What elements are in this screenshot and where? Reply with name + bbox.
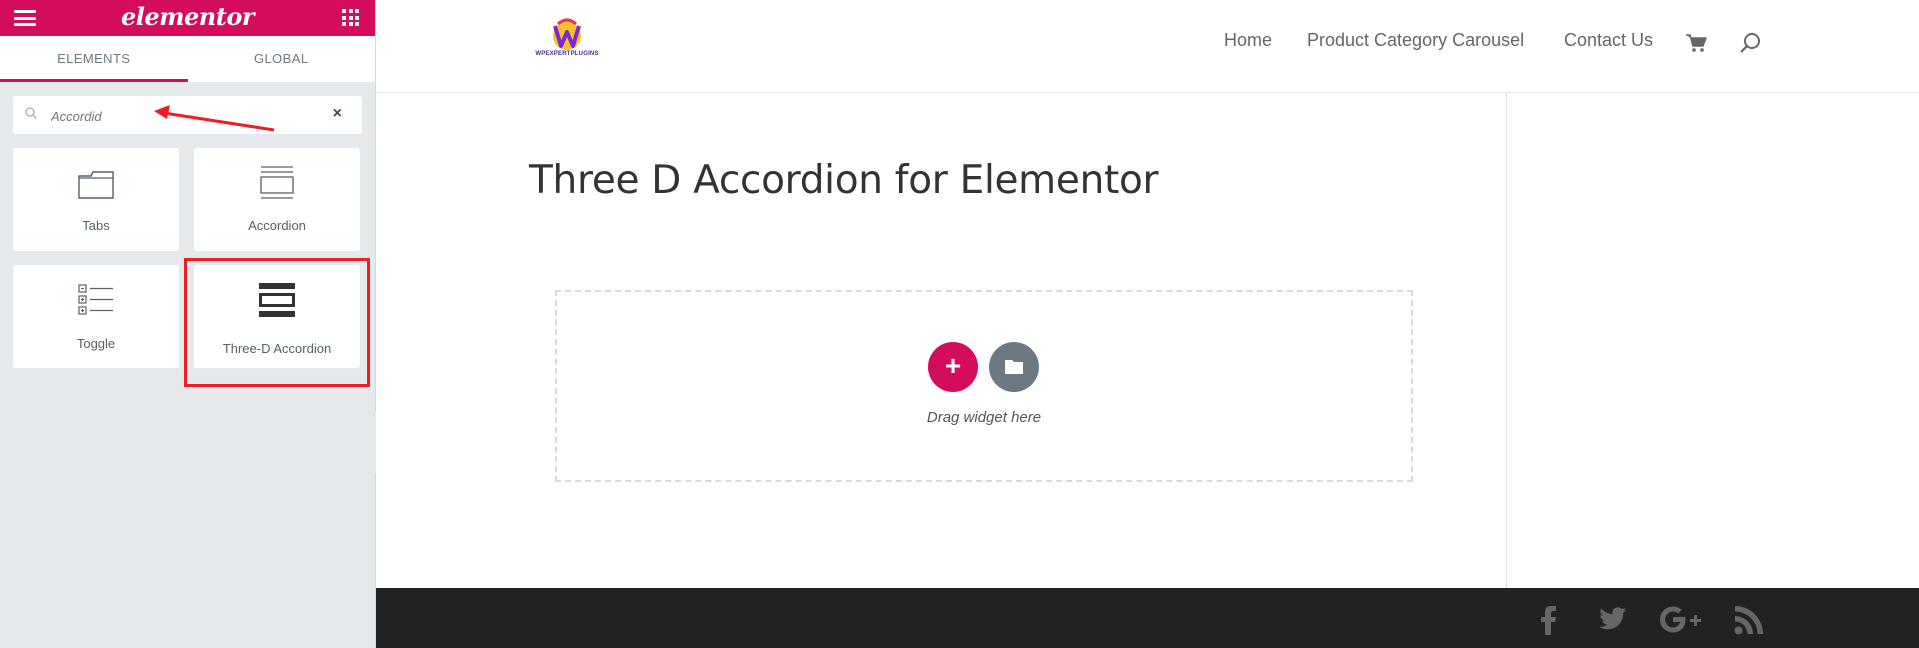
sidebar-divider (1506, 93, 1507, 588)
site-header: WPEXPERTPLUGINS Home Product Category Ca… (376, 0, 1919, 93)
widget-tabs[interactable]: Tabs (13, 148, 179, 251)
elementor-logo: elementor (120, 2, 255, 31)
accordion-icon (260, 166, 294, 199)
logo-text: WPEXPERTPLUGINS (535, 51, 599, 57)
widget-label: Toggle (76, 336, 116, 351)
annotation-arrow (154, 105, 275, 132)
folder-icon (1005, 360, 1023, 374)
widget-label: Tabs (82, 218, 110, 233)
facebook-icon[interactable] (1541, 605, 1557, 635)
widgets-grid-icon[interactable] (342, 9, 359, 26)
cart-icon[interactable] (1685, 33, 1707, 53)
site-preview: WPEXPERTPLUGINS Home Product Category Ca… (376, 0, 1919, 648)
widget-accordion[interactable]: Accordion (194, 148, 360, 251)
logo-mark-icon (553, 18, 581, 50)
tab-elements[interactable]: ELEMENTS (0, 36, 188, 82)
google-plus-icon[interactable] (1657, 605, 1707, 635)
nav-contact-us[interactable]: Contact Us (1564, 30, 1653, 51)
nav-home[interactable]: Home (1224, 30, 1272, 51)
add-section-button[interactable]: + (928, 342, 978, 392)
nav-product-category-carousel[interactable]: Product Category Carousel (1307, 30, 1524, 51)
rss-icon[interactable] (1734, 605, 1764, 635)
site-logo[interactable]: WPEXPERTPLUGINS (534, 18, 600, 62)
widget-drop-zone[interactable] (555, 290, 1413, 482)
widget-label: Accordion (248, 218, 306, 233)
elementor-panel: elementor ELEMENTS GLOBAL × Tabs (0, 0, 376, 648)
panel-header: elementor (0, 0, 375, 36)
add-template-button[interactable] (989, 342, 1039, 392)
toggle-icon (78, 284, 113, 315)
panel-tabs: ELEMENTS GLOBAL (0, 36, 375, 82)
widget-toggle[interactable]: Toggle (13, 265, 179, 368)
annotation-highlight-box (184, 258, 370, 387)
drag-widget-text: Drag widget here (926, 409, 1042, 426)
twitter-icon[interactable] (1596, 605, 1628, 633)
tab-global[interactable]: GLOBAL (188, 36, 376, 82)
search-icon (25, 107, 37, 119)
page-title: Three D Accordion for Elementor (529, 158, 1159, 203)
search-icon[interactable] (1739, 32, 1761, 54)
clear-search-icon[interactable]: × (333, 106, 342, 122)
tabs-icon (78, 171, 114, 199)
